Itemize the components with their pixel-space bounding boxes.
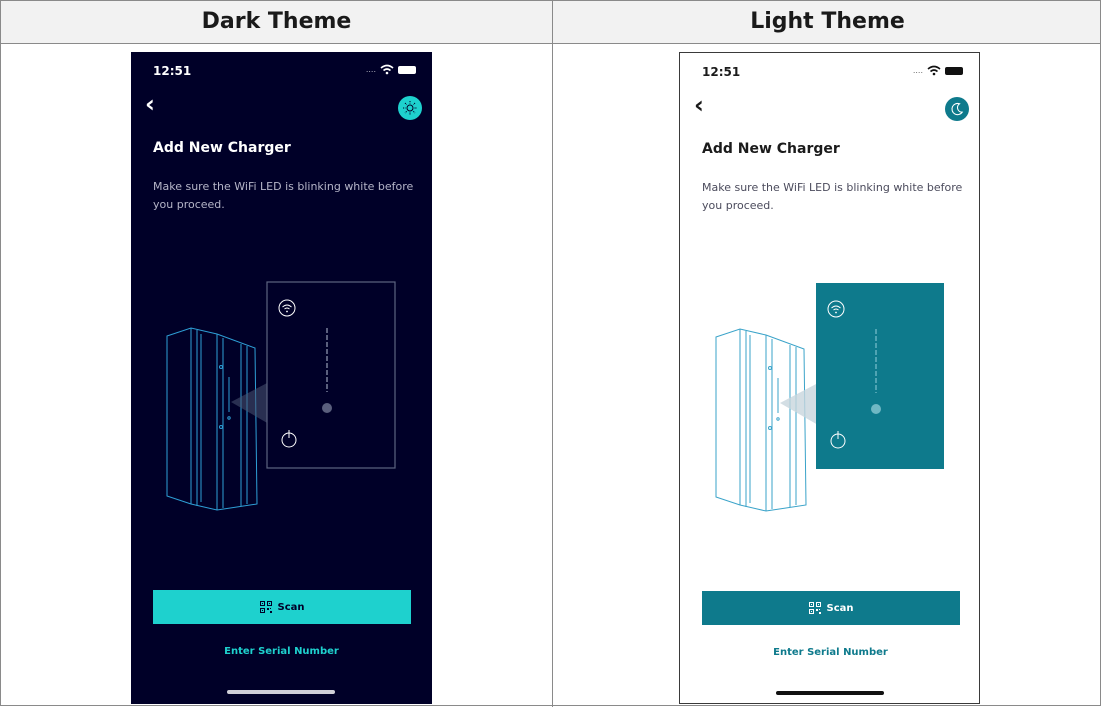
status-icons: ....: [366, 64, 416, 75]
status-icons: ....: [913, 65, 963, 76]
qr-code-icon: [259, 601, 272, 613]
wifi-status-icon: [380, 64, 394, 75]
phone-screen-dark: 12:51 .... ‹ Add New Charger Make sure t…: [131, 52, 432, 704]
charger-illustration: [166, 281, 396, 511]
signal-icon: ....: [365, 65, 376, 74]
instruction-text: Make sure the WiFi LED is blinking white…: [702, 181, 963, 212]
sun-icon: [403, 101, 417, 115]
scan-button[interactable]: Scan: [702, 591, 960, 625]
battery-icon: [398, 65, 416, 74]
battery-icon: [945, 66, 963, 75]
table-header-row: Dark Theme Light Theme: [1, 1, 1100, 44]
status-time: 12:51: [702, 65, 741, 79]
enter-serial-number-link[interactable]: Enter Serial Number: [131, 646, 432, 657]
theme-toggle-button[interactable]: [945, 97, 969, 121]
instruction-text: Make sure the WiFi LED is blinking white…: [153, 180, 414, 211]
scan-button-label: Scan: [277, 601, 305, 613]
page-title: Add New Charger: [153, 140, 291, 156]
wifi-status-icon: [927, 65, 941, 76]
scan-button-label: Scan: [826, 602, 854, 614]
back-button[interactable]: ‹: [145, 92, 167, 118]
enter-serial-number-link[interactable]: Enter Serial Number: [680, 647, 979, 658]
scan-button[interactable]: Scan: [153, 590, 411, 624]
moon-icon: [951, 102, 964, 116]
qr-code-icon: [808, 602, 821, 614]
status-time: 12:51: [153, 64, 192, 78]
home-indicator[interactable]: [227, 690, 335, 694]
charger-illustration: [715, 283, 944, 512]
column-header-dark: Dark Theme: [201, 9, 352, 34]
back-button[interactable]: ‹: [694, 93, 716, 119]
page-title: Add New Charger: [702, 141, 840, 157]
phone-screen-light: 12:51 .... ‹ Add New Charger Make sure t…: [679, 52, 980, 704]
column-divider: [552, 1, 553, 707]
home-indicator[interactable]: [776, 691, 884, 695]
theme-toggle-button[interactable]: [398, 96, 422, 120]
column-header-light: Light Theme: [750, 9, 905, 34]
signal-icon: ....: [912, 66, 923, 75]
